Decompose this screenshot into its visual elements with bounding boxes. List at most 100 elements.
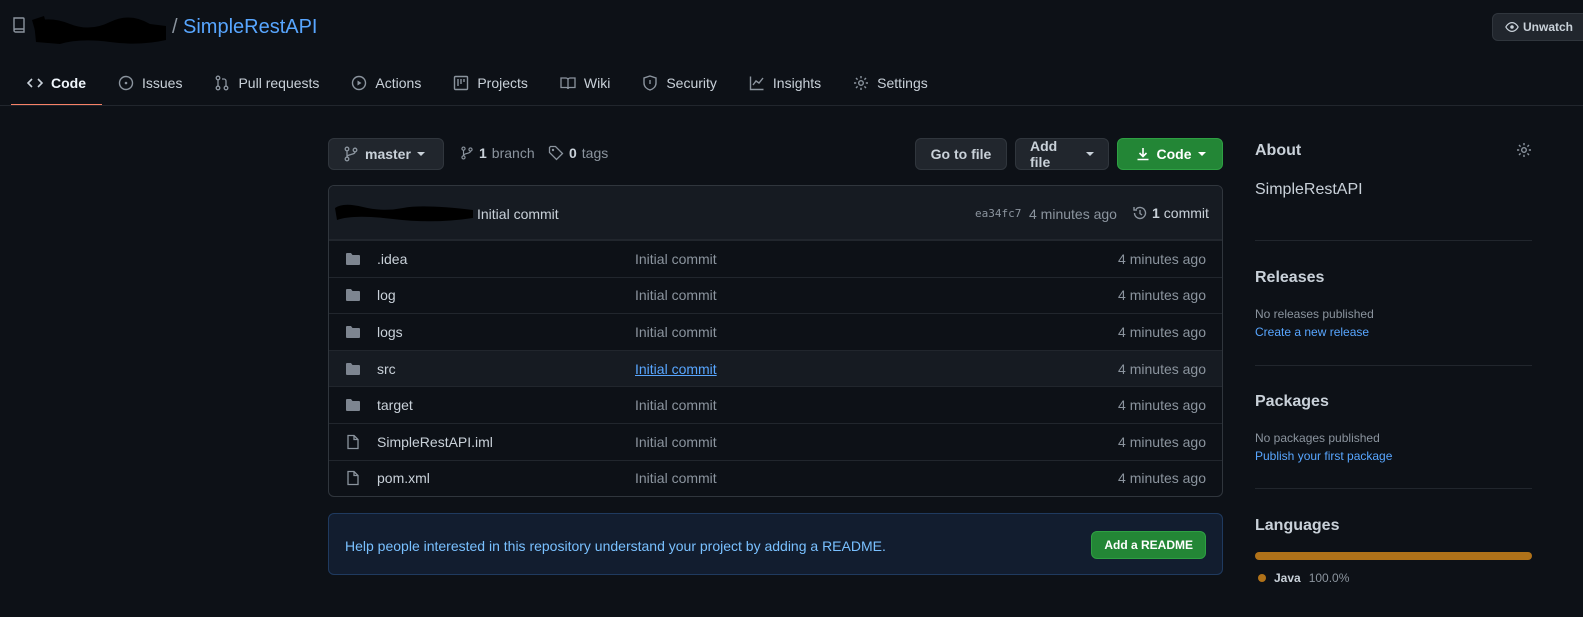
branch-icon	[460, 145, 474, 161]
branch-icon	[343, 146, 359, 162]
file-age: 4 minutes ago	[1118, 433, 1206, 450]
language-color-dot	[1258, 574, 1266, 582]
tab-insights[interactable]: Insights	[733, 60, 837, 106]
chevron-down-icon	[1086, 152, 1094, 156]
releases-heading[interactable]: Releases	[1255, 269, 1324, 287]
file-commit-message[interactable]: Initial commit	[635, 361, 717, 377]
no-releases-text: No releases published	[1255, 307, 1374, 321]
issue-icon	[118, 75, 134, 91]
tab-projects[interactable]: Projects	[437, 60, 544, 106]
tab-security[interactable]: Security	[626, 60, 733, 106]
file-name-link[interactable]: pom.xml	[377, 470, 430, 486]
file-commit-message[interactable]: Initial commit	[635, 397, 717, 413]
download-icon	[1135, 146, 1151, 162]
no-packages-text: No packages published	[1255, 431, 1380, 445]
about-heading: About	[1255, 142, 1302, 159]
unwatch-button[interactable]: Unwatch	[1492, 13, 1583, 41]
sidebar-divider	[1255, 488, 1532, 489]
pull-request-icon	[214, 75, 230, 91]
file-name-link[interactable]: SimpleRestAPI.iml	[377, 434, 493, 450]
file-row[interactable]: src Initial commit 4 minutes ago	[329, 349, 1222, 387]
file-icon	[345, 470, 361, 486]
tabs-divider	[0, 105, 1583, 106]
add-file-button[interactable]: Add file	[1015, 138, 1109, 170]
sidebar-divider	[1255, 365, 1532, 366]
shield-icon	[642, 75, 658, 91]
language-java[interactable]: Java 100.0%	[1258, 571, 1349, 585]
file-commit-message[interactable]: Initial commit	[635, 324, 717, 340]
file-age: 4 minutes ago	[1118, 323, 1206, 340]
repo-icon	[12, 17, 26, 33]
create-release-link[interactable]: Create a new release	[1255, 325, 1369, 339]
tab-label: Actions	[375, 75, 422, 91]
file-row[interactable]: .idea Initial commit 4 minutes ago	[329, 240, 1222, 277]
tab-label: Code	[51, 75, 86, 91]
tags-count-value: 0	[569, 145, 577, 161]
file-browser: Initial commit ea34fc7 4 minutes ago 1 c…	[328, 185, 1223, 497]
commit-count-value: 1	[1152, 205, 1160, 221]
folder-icon	[345, 361, 361, 377]
latest-commit-message[interactable]: Initial commit	[477, 206, 559, 222]
repo-description: SimpleRestAPI	[1255, 181, 1363, 198]
folder-icon	[345, 324, 361, 340]
gear-icon[interactable]	[1516, 142, 1532, 158]
tab-label: Settings	[877, 75, 928, 91]
file-icon	[345, 434, 361, 450]
file-name-link[interactable]: logs	[377, 324, 403, 340]
branches-link[interactable]: 1 branch	[460, 145, 535, 161]
tab-code[interactable]: Code	[11, 60, 102, 106]
file-commit-message[interactable]: Initial commit	[635, 470, 717, 486]
tab-settings[interactable]: Settings	[837, 60, 944, 106]
file-age: 4 minutes ago	[1118, 287, 1206, 304]
file-commit-message[interactable]: Initial commit	[635, 251, 717, 267]
publish-package-link[interactable]: Publish your first package	[1255, 449, 1392, 463]
repo-path-separator: /	[172, 16, 178, 38]
tags-count-label: tags	[581, 145, 609, 161]
go-to-file-button[interactable]: Go to file	[915, 138, 1007, 170]
file-row[interactable]: target Initial commit 4 minutes ago	[329, 386, 1222, 423]
add-file-label: Add file	[1030, 138, 1058, 170]
readme-banner: Help people interested in this repositor…	[328, 513, 1223, 575]
branch-count-label: branch	[491, 145, 535, 161]
repo-tabs: Code Issues Pull requests Actions Projec…	[11, 60, 944, 106]
commit-count-label: commit	[1163, 205, 1209, 221]
chevron-down-icon	[1197, 152, 1206, 156]
folder-icon	[345, 287, 361, 303]
branch-select-button[interactable]: master	[328, 138, 444, 170]
tags-link[interactable]: 0 tags	[548, 145, 608, 161]
file-row[interactable]: pom.xml Initial commit 4 minutes ago	[329, 459, 1222, 496]
commit-sha-link[interactable]: ea34fc7	[975, 207, 1021, 220]
gear-icon	[853, 75, 869, 91]
packages-heading[interactable]: Packages	[1255, 393, 1329, 411]
file-row[interactable]: SimpleRestAPI.iml Initial commit 4 minut…	[329, 422, 1222, 460]
file-commit-message[interactable]: Initial commit	[635, 434, 717, 450]
latest-commit-bar: Initial commit ea34fc7 4 minutes ago 1 c…	[329, 186, 1222, 240]
tab-issues[interactable]: Issues	[102, 60, 198, 106]
file-row[interactable]: log Initial commit 4 minutes ago	[329, 276, 1222, 314]
file-commit-message[interactable]: Initial commit	[635, 287, 717, 303]
readme-banner-text: Help people interested in this repositor…	[345, 538, 886, 554]
tab-label: Issues	[142, 75, 183, 91]
branch-name: master	[365, 146, 411, 162]
file-name-link[interactable]: log	[377, 287, 396, 303]
commits-history-link[interactable]: 1 commit	[1132, 205, 1209, 221]
tab-actions[interactable]: Actions	[335, 60, 437, 106]
tag-icon	[548, 145, 564, 161]
tab-label: Pull requests	[238, 75, 320, 91]
repo-name-link[interactable]: SimpleRestAPI	[183, 16, 318, 39]
file-name-link[interactable]: src	[377, 361, 396, 377]
branch-count-value: 1	[479, 145, 487, 161]
redacted-commit-author	[333, 202, 475, 224]
tab-wiki[interactable]: Wiki	[544, 60, 626, 106]
languages-heading: Languages	[1255, 517, 1340, 534]
history-icon	[1132, 205, 1148, 221]
file-name-link[interactable]: .idea	[377, 251, 407, 267]
file-name-link[interactable]: target	[377, 397, 413, 413]
add-readme-button[interactable]: Add a README	[1091, 531, 1206, 559]
file-row[interactable]: logs Initial commit 4 minutes ago	[329, 313, 1222, 350]
redacted-owner-name	[30, 12, 170, 48]
code-download-button[interactable]: Code	[1117, 138, 1223, 170]
language-bar	[1255, 552, 1532, 560]
tab-pull-requests[interactable]: Pull requests	[198, 60, 335, 106]
code-button-label: Code	[1156, 146, 1192, 162]
